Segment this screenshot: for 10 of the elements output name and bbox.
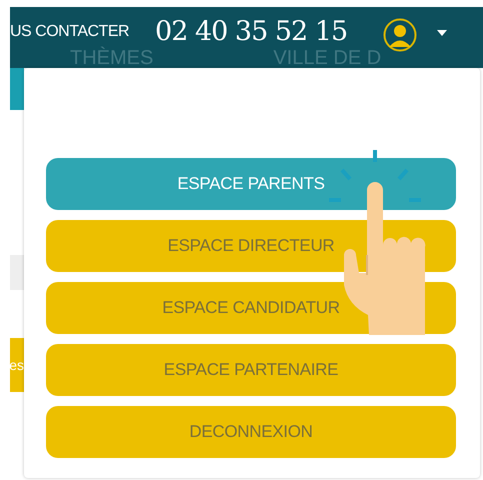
menu-item[interactable]: ESPACE PARENTS	[46, 158, 456, 210]
menu-item[interactable]: DECONNEXION	[46, 406, 456, 458]
caret-icon[interactable]	[437, 30, 448, 36]
nav-strip	[10, 68, 24, 110]
phone-number: 02 40 35 52 15	[155, 18, 348, 46]
content-bar	[10, 255, 24, 290]
side-tab[interactable]: es	[10, 338, 24, 392]
contact-link[interactable]: US CONTACTER	[10, 23, 130, 41]
menu-item[interactable]: ESPACE PARTENAIRE	[46, 344, 456, 396]
user-icon[interactable]	[383, 18, 418, 52]
